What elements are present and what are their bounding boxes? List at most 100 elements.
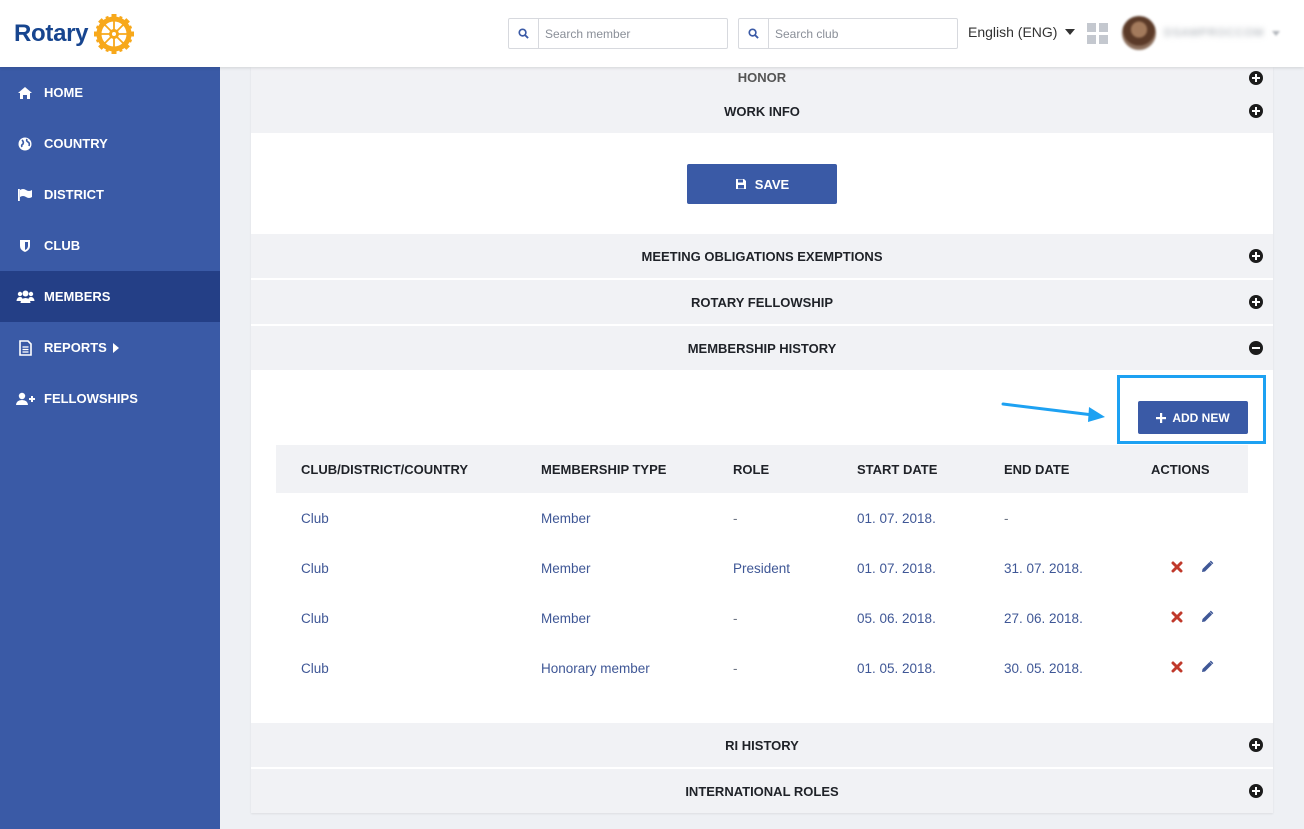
home-icon — [15, 85, 35, 101]
sidebar-item-reports[interactable]: REPORTS — [0, 322, 220, 373]
user-plus-icon — [15, 391, 35, 407]
org-cell[interactable]: Club — [301, 543, 329, 593]
column-header: ACTIONS — [1151, 461, 1210, 477]
chevron-down-icon — [1272, 30, 1281, 36]
table-row: Club Member - 01. 07. 2018. - — [276, 493, 1248, 543]
edit-pencil-icon[interactable] — [1200, 660, 1214, 674]
start-date-cell: 01. 05. 2018. — [857, 660, 936, 676]
section-title: ROTARY FELLOWSHIP — [690, 294, 834, 310]
end-date-cell: - — [1004, 510, 1009, 526]
search-member-input[interactable] — [539, 19, 719, 48]
sidebar-item-label: FELLOWSHIPS — [44, 391, 138, 406]
membership-type-cell: Member — [541, 610, 591, 626]
start-date-cell: 01. 07. 2018. — [857, 560, 936, 576]
search-member-button[interactable] — [509, 19, 539, 48]
membership-history-table-header: CLUB/DISTRICT/COUNTRY MEMBERSHIP TYPE RO… — [276, 445, 1248, 493]
expand-plus-icon[interactable] — [1249, 738, 1263, 752]
expand-plus-icon[interactable] — [1249, 249, 1263, 263]
section-membership-history[interactable]: MEMBERSHIP HISTORY — [251, 326, 1273, 371]
search-icon — [518, 28, 529, 39]
save-label: SAVE — [754, 176, 790, 192]
shield-icon — [15, 238, 35, 254]
edit-pencil-icon[interactable] — [1200, 560, 1214, 574]
membership-type-cell: Member — [541, 510, 591, 526]
membership-type-cell: Honorary member — [541, 660, 650, 676]
language-select[interactable]: English (ENG) — [968, 24, 1076, 40]
sidebar-item-label: DISTRICT — [44, 187, 104, 202]
add-new-label: ADD NEW — [1172, 410, 1230, 425]
flag-icon — [15, 187, 35, 203]
table-row: Club Member President 01. 07. 2018. 31. … — [276, 543, 1248, 593]
start-date-cell: 05. 06. 2018. — [857, 610, 936, 626]
sidebar-item-label: HOME — [44, 85, 83, 100]
section-title: INTERNATIONAL ROLES — [685, 783, 839, 799]
expand-plus-icon[interactable] — [1249, 295, 1263, 309]
sidebar-item-label: COUNTRY — [44, 136, 108, 151]
role-cell: - — [733, 660, 738, 676]
sidebar: HOME COUNTRY DISTRICT CLUB MEMBERS REPOR… — [0, 67, 220, 829]
document-icon — [15, 339, 35, 356]
search-icon — [748, 28, 759, 39]
language-label: English (ENG) — [968, 24, 1058, 40]
section-work-info[interactable]: WORK INFO — [251, 89, 1273, 134]
end-date-cell: 31. 07. 2018. — [1004, 560, 1083, 576]
column-header: END DATE — [1004, 461, 1070, 477]
chevron-down-icon — [1065, 29, 1076, 35]
search-club-input[interactable] — [769, 19, 949, 48]
start-date-cell: 01. 07. 2018. — [857, 510, 936, 526]
section-international-roles[interactable]: INTERNATIONAL ROLES — [251, 769, 1273, 813]
table-row: Club Member - 05. 06. 2018. 27. 06. 2018… — [276, 593, 1248, 643]
delete-x-icon[interactable] — [1171, 561, 1183, 573]
collapse-minus-icon[interactable] — [1249, 341, 1263, 355]
search-club-button[interactable] — [739, 19, 769, 48]
org-cell[interactable]: Club — [301, 493, 329, 543]
sidebar-item-fellowships[interactable]: FELLOWSHIPS — [0, 373, 220, 424]
section-honor[interactable]: HONOR — [251, 67, 1273, 90]
column-header: START DATE — [857, 461, 938, 477]
delete-x-icon[interactable] — [1171, 611, 1183, 623]
org-cell[interactable]: Club — [301, 643, 329, 693]
sidebar-item-label: MEMBERS — [44, 289, 111, 304]
caret-right-icon — [112, 342, 119, 353]
sidebar-item-club[interactable]: CLUB — [0, 220, 220, 271]
edit-pencil-icon[interactable] — [1200, 610, 1214, 624]
user-menu[interactable]: DSAMPROCCOM — [1122, 16, 1281, 50]
column-header: ROLE — [733, 461, 770, 477]
org-cell[interactable]: Club — [301, 593, 329, 643]
sidebar-item-country[interactable]: COUNTRY — [0, 118, 220, 169]
end-date-cell: 27. 06. 2018. — [1004, 610, 1083, 626]
table-row: Club Honorary member - 01. 05. 2018. 30.… — [276, 643, 1248, 693]
sidebar-item-district[interactable]: DISTRICT — [0, 169, 220, 220]
apps-grid-icon[interactable] — [1087, 23, 1108, 44]
delete-x-icon[interactable] — [1171, 661, 1183, 673]
search-member-box — [508, 18, 728, 49]
expand-plus-icon[interactable] — [1249, 104, 1263, 118]
expand-plus-icon[interactable] — [1249, 784, 1263, 798]
section-rotary-fellowship[interactable]: ROTARY FELLOWSHIP — [251, 280, 1273, 325]
column-header: CLUB/DISTRICT/COUNTRY — [301, 461, 469, 477]
logo-text: Rotary — [14, 20, 89, 47]
membership-type-cell: Member — [541, 560, 591, 576]
section-title: RI HISTORY — [725, 737, 799, 753]
section-meeting-obligations-exemptions[interactable]: MEETING OBLIGATIONS EXEMPTIONS — [251, 234, 1273, 279]
section-title: MEETING OBLIGATIONS EXEMPTIONS — [641, 248, 883, 264]
role-cell: - — [733, 610, 738, 626]
member-detail-panel: HONOR WORK INFO SAVE MEETING OBLIGATIONS… — [251, 67, 1273, 813]
add-new-button[interactable]: ADD NEW — [1138, 401, 1248, 434]
expand-plus-icon[interactable] — [1249, 71, 1263, 85]
avatar — [1122, 16, 1156, 50]
sidebar-item-label: CLUB — [44, 238, 81, 253]
sidebar-item-home[interactable]: HOME — [0, 67, 220, 118]
rotary-wheel-icon — [94, 14, 135, 54]
section-ri-history[interactable]: RI HISTORY — [251, 723, 1273, 768]
sidebar-item-members[interactable]: MEMBERS — [0, 271, 220, 322]
top-header: Rotary Search member Search club English… — [0, 0, 1304, 67]
floppy-disk-icon — [735, 179, 746, 189]
role-cell: President — [733, 560, 791, 576]
section-title: WORK INFO — [724, 103, 800, 119]
column-header: MEMBERSHIP TYPE — [541, 461, 667, 477]
sidebar-item-label: REPORTS — [44, 340, 107, 355]
search-club-box — [738, 18, 958, 49]
save-button[interactable]: SAVE — [687, 164, 837, 204]
rotary-logo[interactable]: Rotary — [14, 11, 136, 57]
